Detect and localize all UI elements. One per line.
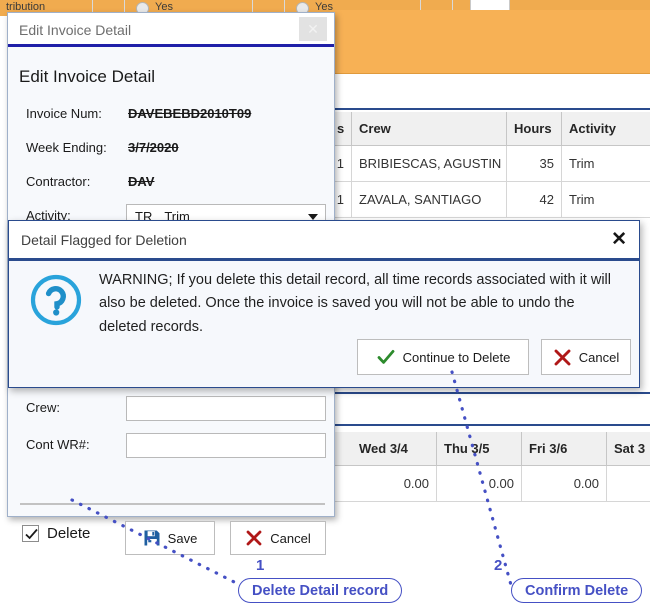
orange-header-panel <box>330 10 650 74</box>
warning-cancel-label: Cancel <box>578 349 620 365</box>
cell-sat <box>607 466 650 501</box>
cell-crew: ZAVALA, SANTIAGO <box>352 182 507 217</box>
cancel-button-label: Cancel <box>270 530 311 546</box>
grid-col-crew[interactable]: Crew <box>352 112 507 145</box>
grid-header-row: s Crew Hours Activity <box>330 112 650 146</box>
grid-header-row: Wed 3/4 Thu 3/5 Fri 3/6 Sat 3 <box>330 432 650 466</box>
field-invoice-num: Invoice Num: DAVEBEBD2010T09 <box>8 106 336 136</box>
cell-fri: 0.00 <box>522 466 607 501</box>
grid-col-fri[interactable]: Fri 3/6 <box>522 432 607 465</box>
deletion-warning-dialog: Detail Flagged for Deletion ✕ WARNING; I… <box>8 220 640 388</box>
cell-activity: Trim <box>569 192 595 207</box>
warning-message: WARNING; If you delete this detail recor… <box>99 272 611 335</box>
floppy-disk-save-icon <box>144 530 160 546</box>
green-check-icon <box>377 350 395 364</box>
cancel-button[interactable]: Cancel <box>230 521 326 555</box>
delete-checkbox-row[interactable]: Delete <box>22 525 90 542</box>
save-button[interactable]: Save <box>125 521 215 555</box>
crew-input[interactable] <box>126 396 326 421</box>
question-mark-circle-icon <box>29 273 83 332</box>
field-label-week-ending: Week Ending: <box>26 140 107 155</box>
grid-col-activity[interactable]: Activity <box>562 112 650 145</box>
cell-crew: BRIBIESCAS, AGUSTIN <box>352 146 507 181</box>
cell-wed: 0.00 <box>352 466 437 501</box>
page-title: Edit Invoice Detail <box>19 67 156 86</box>
field-value-invoice-num: DAVEBEBD2010T09 <box>128 106 252 121</box>
field-label-invoice-num: Invoice Num: <box>26 106 102 121</box>
edit-window-titlebar[interactable]: Edit Invoice Detail ✕ <box>8 13 334 47</box>
close-icon[interactable]: ✕ <box>299 17 327 41</box>
field-contractor: Contractor: DAV <box>8 174 336 204</box>
checkmark-icon <box>25 528 38 540</box>
continue-to-delete-button[interactable]: Continue to Delete <box>357 339 529 375</box>
field-value-week-ending: 3/7/2020 <box>128 140 179 155</box>
delete-checkbox-label: Delete <box>47 525 91 542</box>
field-value-contractor: DAV <box>128 174 155 189</box>
grid-col-wed[interactable]: Wed 3/4 <box>352 432 437 465</box>
delete-checkbox[interactable] <box>22 525 39 542</box>
table-row[interactable]: 1 ZAVALA, SANTIAGO 42 Trim <box>330 182 650 218</box>
close-x-icon[interactable]: ✕ <box>611 229 627 251</box>
cell-hours: 35 <box>507 146 562 181</box>
field-label-crew: Crew: <box>26 400 60 415</box>
grid-col-hours[interactable]: Hours <box>507 112 562 145</box>
grid-col-thu[interactable]: Thu 3/5 <box>437 432 522 465</box>
table-row[interactable]: 0.00 0.00 0.00 <box>330 466 650 502</box>
red-x-icon <box>246 530 262 546</box>
cell-hours: 42 <box>507 182 562 217</box>
warning-dialog-title: Detail Flagged for Deletion <box>21 232 187 248</box>
grid-col-sat[interactable]: Sat 3 <box>607 432 650 465</box>
field-label-contractor: Contractor: <box>26 174 91 189</box>
edit-window-title: Edit Invoice Detail <box>19 22 132 38</box>
white-band <box>330 74 650 110</box>
divider <box>20 503 325 505</box>
annotation-label-2: Confirm Delete <box>511 578 643 603</box>
warning-dialog-titlebar[interactable]: Detail Flagged for Deletion ✕ <box>9 221 639 261</box>
field-week-ending: Week Ending: 3/7/2020 <box>8 140 336 170</box>
annotation-number-1: 1 <box>256 557 265 574</box>
weekday-hours-grid: Wed 3/4 Thu 3/5 Fri 3/6 Sat 3 0.00 0.00 … <box>330 432 650 502</box>
cont-wr-input[interactable] <box>126 433 326 458</box>
annotation-number-2: 2 <box>494 557 503 574</box>
field-crew: Crew: <box>8 396 336 430</box>
save-button-label: Save <box>167 530 198 546</box>
continue-to-delete-label: Continue to Delete <box>402 349 511 365</box>
warning-cancel-button[interactable]: Cancel <box>541 339 631 375</box>
cell-activity: Trim <box>569 156 595 171</box>
table-row[interactable]: 1 BRIBIESCAS, AGUSTIN 35 Trim <box>330 146 650 182</box>
annotation-label-1: Delete Detail record <box>238 578 403 603</box>
field-cont-wr: Cont WR#: <box>8 433 336 467</box>
screenshot-root: tribution Yes Yes s Crew Hours Activity <box>0 0 650 614</box>
field-label-cont-wr: Cont WR#: <box>26 437 90 452</box>
cell-thu: 0.00 <box>437 466 522 501</box>
red-x-icon <box>554 349 571 365</box>
crew-hours-grid: s Crew Hours Activity 1 BRIBIESCAS, AGUS… <box>330 112 650 218</box>
